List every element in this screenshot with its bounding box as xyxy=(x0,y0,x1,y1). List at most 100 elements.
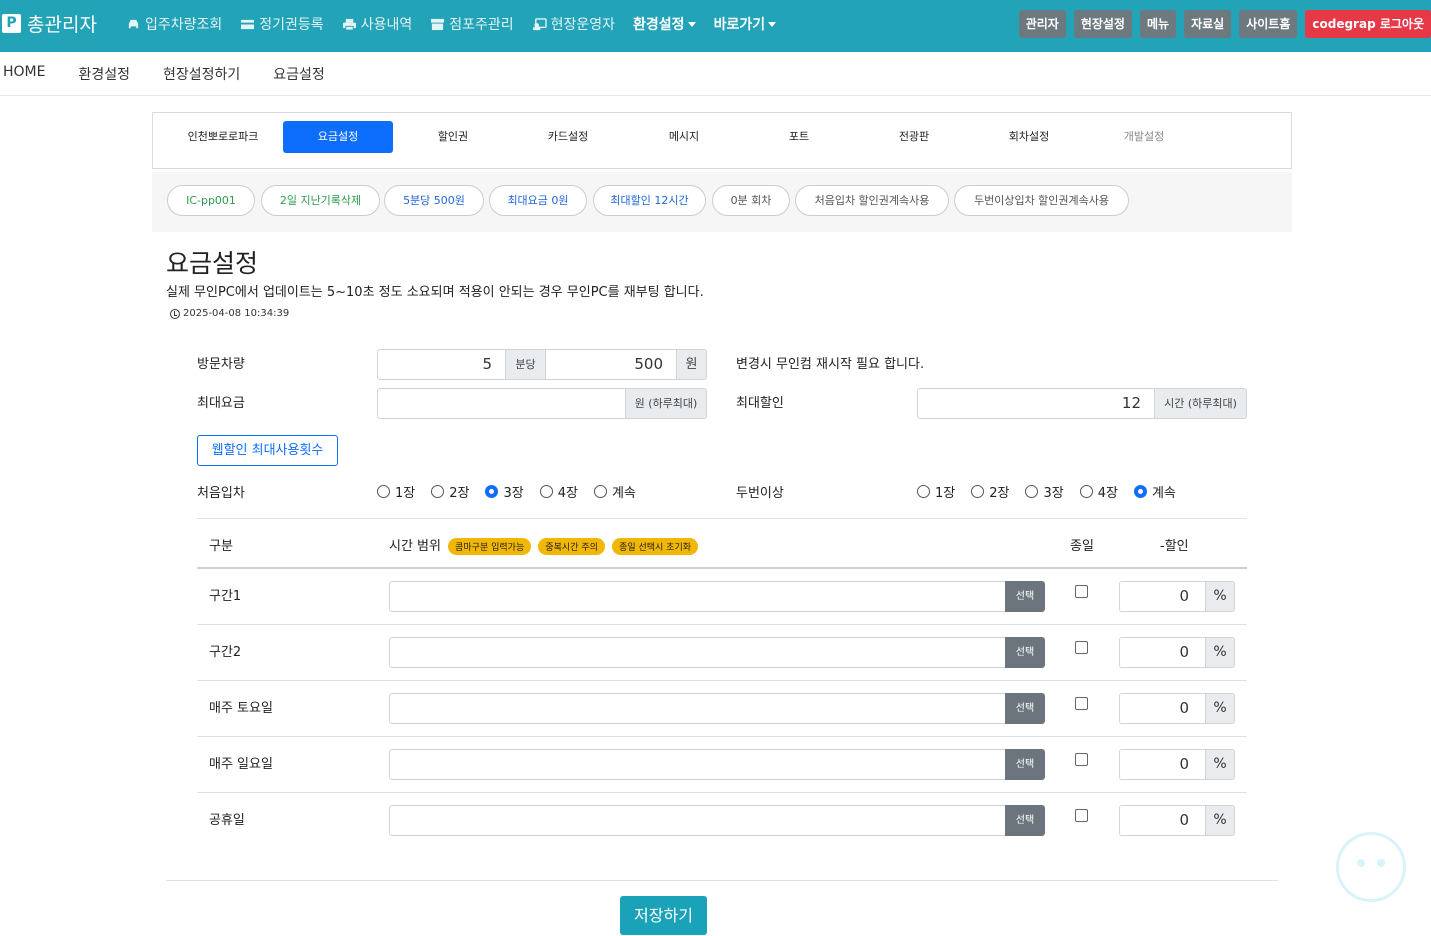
page-title: 요금설정 xyxy=(166,249,259,278)
nav-item-site-operators[interactable]: 현장운영자 xyxy=(532,14,615,34)
all-day-checkbox-sunday[interactable] xyxy=(1075,753,1088,766)
tab-card-settings[interactable]: 카드설정 xyxy=(513,121,623,153)
visit-minutes-input[interactable]: 5 xyxy=(377,349,506,380)
time-range-input-section2[interactable] xyxy=(389,637,1006,668)
row-divider xyxy=(197,792,1247,793)
all-day-checkbox-holiday[interactable] xyxy=(1075,809,1088,822)
save-button[interactable]: 저장하기 xyxy=(620,896,707,935)
repeat-entry-option-2[interactable]: 2장 xyxy=(971,482,1009,501)
time-range-input-section1[interactable] xyxy=(389,581,1006,612)
breadcrumb-fee-settings[interactable]: 요금설정 xyxy=(273,64,325,84)
chip-max-discount: 최대할인 12시간 xyxy=(593,185,706,216)
first-entry-option-1[interactable]: 1장 xyxy=(377,482,415,501)
chip-turnaround: 0분 회차 xyxy=(712,185,790,216)
nav-item-resident-vehicles[interactable]: 입주차량조회 xyxy=(126,14,222,34)
tab-dev-settings[interactable]: 개발설정 xyxy=(1089,121,1199,153)
all-day-checkbox-section2[interactable] xyxy=(1075,641,1088,654)
breadcrumb: HOME 환경설정 현장설정하기 요금설정 xyxy=(3,64,358,84)
radio-circle xyxy=(539,485,553,498)
nav-dropdown-settings[interactable]: 환경설정 xyxy=(633,14,696,34)
tab-discount-ticket[interactable]: 할인권 xyxy=(398,121,508,153)
first-entry-option-2[interactable]: 2장 xyxy=(431,482,469,501)
tab-site-name[interactable]: 인천뽀로로파크 xyxy=(168,121,278,153)
repeat-entry-option-continue[interactable]: 계속 xyxy=(1133,482,1176,501)
radio-label: 2장 xyxy=(449,486,470,501)
repeat-entry-option-1[interactable]: 1장 xyxy=(917,482,955,501)
discount-input-section1[interactable]: 0 xyxy=(1119,581,1206,612)
header-time-range-label: 시간 범위 xyxy=(389,539,441,554)
select-button-holiday[interactable]: 선택 xyxy=(1005,805,1045,836)
navbar-right-buttons: 관리자 현장설정 메뉴 자료실 사이트홈 codegrap 로그아웃 xyxy=(1011,10,1431,38)
header-discount: -할인 xyxy=(1160,539,1189,554)
parking-logo-icon: P xyxy=(2,14,21,33)
breadcrumb-settings[interactable]: 환경설정 xyxy=(78,64,130,84)
chip-first-entry-policy: 처음입차 할인권계속사용 xyxy=(795,185,949,216)
breadcrumb-site-settings[interactable]: 현장설정하기 xyxy=(163,64,240,84)
site-home-button[interactable]: 사이트홈 xyxy=(1239,10,1298,38)
time-range-input-holiday[interactable] xyxy=(389,805,1006,836)
radio-label: 4장 xyxy=(557,486,578,501)
radio-label: 4장 xyxy=(1097,486,1118,501)
badge-comma-input: 콤마구분 입력가능 xyxy=(448,538,532,555)
row-divider xyxy=(197,736,1247,737)
repeat-entry-option-4[interactable]: 4장 xyxy=(1079,482,1118,501)
nav-dropdown-shortcuts[interactable]: 바로가기 xyxy=(714,14,777,34)
nav-item-season-pass[interactable]: 정기권등록 xyxy=(240,14,324,34)
all-day-checkbox-saturday[interactable] xyxy=(1075,697,1088,710)
all-day-checkbox-section1[interactable] xyxy=(1075,585,1088,598)
restart-note: 변경시 무인컴 재시작 필요 합니다. xyxy=(736,357,925,372)
time-range-input-sunday[interactable] xyxy=(389,749,1006,780)
discount-input-sunday[interactable]: 0 xyxy=(1119,749,1206,780)
repeat-entry-radio-group: 1장 2장 3장 4장 계속 xyxy=(917,482,1192,501)
radio-circle-selected xyxy=(485,485,499,498)
visit-amount-input[interactable]: 500 xyxy=(545,349,677,380)
admin-button[interactable]: 관리자 xyxy=(1018,10,1066,38)
watermark-logo-icon xyxy=(1336,832,1406,902)
brand[interactable]: P 총관리자 xyxy=(2,10,97,37)
badge-overlap-warning: 중복시간 주의 xyxy=(538,538,605,555)
clock-icon xyxy=(170,308,180,319)
tab-message[interactable]: 메시지 xyxy=(629,121,739,153)
radio-circle xyxy=(593,485,607,498)
radio-circle xyxy=(1025,485,1039,498)
breadcrumb-home[interactable]: HOME xyxy=(3,64,45,84)
nav-item-store-owners[interactable]: 점포주관리 xyxy=(430,14,514,34)
first-entry-label: 처음입차 xyxy=(197,486,245,501)
repeat-entry-option-3[interactable]: 3장 xyxy=(1025,482,1064,501)
discount-input-saturday[interactable]: 0 xyxy=(1119,693,1206,724)
menu-button[interactable]: 메뉴 xyxy=(1139,10,1177,38)
site-settings-button[interactable]: 현장설정 xyxy=(1073,10,1132,38)
time-range-input-saturday[interactable] xyxy=(389,693,1006,724)
radio-circle xyxy=(917,485,930,498)
first-entry-option-4[interactable]: 4장 xyxy=(539,482,578,501)
tab-port[interactable]: 포트 xyxy=(744,121,854,153)
percent-unit: % xyxy=(1205,693,1235,724)
select-button-section1[interactable]: 선택 xyxy=(1005,581,1045,612)
discount-input-section2[interactable]: 0 xyxy=(1119,637,1206,668)
chip-record-retention: 2일 지난기록삭제 xyxy=(261,185,380,216)
first-entry-option-continue[interactable]: 계속 xyxy=(593,482,636,501)
tab-display-board[interactable]: 전광판 xyxy=(859,121,969,153)
discount-input-holiday[interactable]: 0 xyxy=(1119,805,1206,836)
select-button-saturday[interactable]: 선택 xyxy=(1005,693,1045,724)
settings-tabs: 인천뽀로로파크 요금설정 할인권 카드설정 메시지 포트 전광판 회차설정 개발… xyxy=(152,112,1292,169)
badge-all-day-reset: 종일 선택시 초기화 xyxy=(612,538,699,555)
max-fee-input[interactable] xyxy=(377,388,626,419)
radio-label: 계속 xyxy=(611,486,636,501)
summary-chips: IC-pp001 2일 지난기록삭제 5분당 500원 최대요금 0원 최대할인… xyxy=(152,172,1292,232)
archive-button[interactable]: 자료실 xyxy=(1184,10,1232,38)
table-top-border xyxy=(197,518,1247,519)
web-discount-max-button[interactable]: 웹할인 최대사용횟수 xyxy=(197,435,338,466)
select-button-section2[interactable]: 선택 xyxy=(1005,637,1045,668)
max-discount-input[interactable]: 12 xyxy=(917,388,1155,419)
nav-item-usage-history[interactable]: 사용내역 xyxy=(342,14,412,34)
first-entry-option-3[interactable]: 3장 xyxy=(485,482,524,501)
brand-title: 총관리자 xyxy=(27,14,97,36)
nav-dropdown-label: 환경설정 xyxy=(633,17,685,33)
radio-circle xyxy=(377,485,390,498)
tab-fee-settings[interactable]: 요금설정 xyxy=(283,121,393,153)
tab-turnaround-settings[interactable]: 회차설정 xyxy=(974,121,1084,153)
logout-button[interactable]: codegrap 로그아웃 xyxy=(1305,10,1431,38)
last-updated: 2025-04-08 10:34:39 xyxy=(170,308,289,319)
select-button-sunday[interactable]: 선택 xyxy=(1005,749,1045,780)
